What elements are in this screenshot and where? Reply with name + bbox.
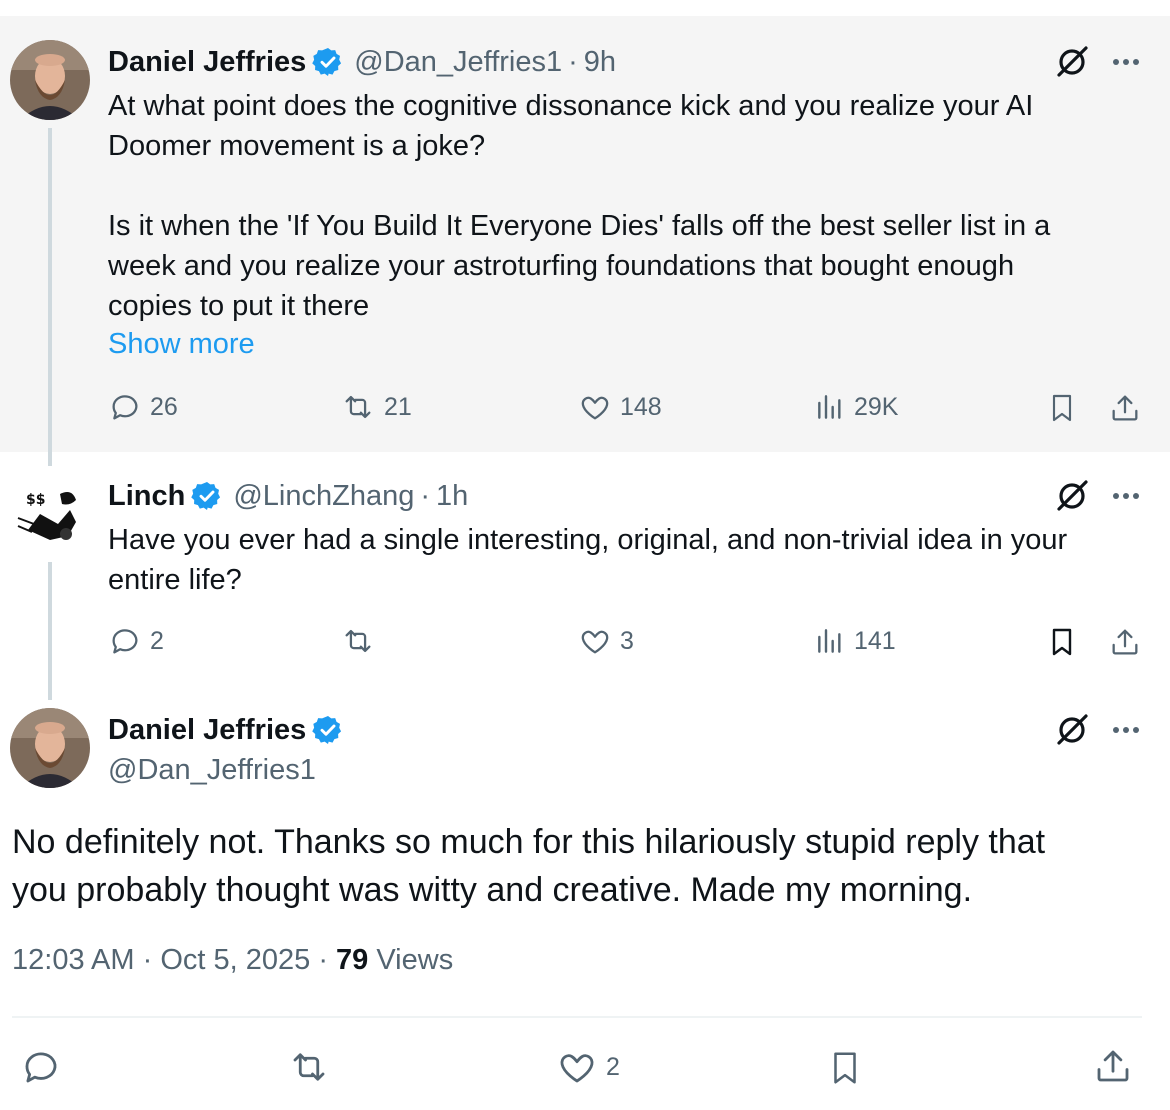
more-icon[interactable] — [1108, 44, 1144, 80]
reply-icon — [112, 629, 138, 654]
tweet-text-line: No definitely not. Thanks so much for th… — [12, 823, 1046, 861]
views-label: Views — [376, 944, 454, 976]
repost-icon — [345, 629, 371, 653]
bookmark-icon — [1052, 394, 1072, 422]
separator-dot: · — [420, 479, 431, 512]
author-handle[interactable]: @Dan_Jeffries1 — [354, 46, 562, 79]
grok-icon[interactable] — [1054, 44, 1090, 80]
author-name[interactable]: Daniel Jeffries — [108, 714, 306, 747]
bookmark-icon — [834, 1052, 856, 1084]
views-count: 141 — [854, 626, 896, 655]
like-button[interactable]: 3 — [578, 624, 634, 658]
reply-count: 26 — [150, 392, 178, 421]
views-count: 29K — [854, 392, 899, 421]
avatar-daniel-jeffries[interactable] — [10, 708, 90, 788]
tweet-text-line: you probably thought was witty and creat… — [12, 871, 973, 909]
bookmark-button[interactable] — [826, 1046, 864, 1090]
repost-button[interactable] — [340, 624, 376, 658]
author-handle[interactable]: @Dan_Jeffries1 — [108, 754, 316, 787]
reply-icon — [112, 395, 138, 420]
reply-button[interactable] — [20, 1046, 62, 1088]
repost-button[interactable] — [286, 1046, 332, 1088]
grok-icon[interactable] — [1054, 712, 1090, 748]
tweet-text-line: Have you ever had a single interesting, … — [108, 524, 1068, 556]
show-more-link[interactable]: Show more — [108, 328, 255, 361]
share-icon — [1112, 395, 1138, 421]
verified-badge-icon — [191, 480, 223, 512]
tweet-time[interactable]: 9h — [584, 46, 616, 79]
bookmark-button[interactable] — [1046, 390, 1078, 426]
separator-dot: · — [568, 45, 578, 78]
svg-text:$$: $$ — [26, 492, 45, 508]
bookmark-icon — [1052, 628, 1072, 656]
reply-button[interactable]: 2 — [108, 624, 164, 658]
tweet-date[interactable]: Oct 5, 2025 — [160, 944, 310, 976]
avatar-linch[interactable]: $$ — [10, 474, 90, 554]
divider — [12, 1016, 1142, 1018]
avatar-daniel-jeffries[interactable] — [10, 40, 90, 120]
share-icon — [1097, 1050, 1129, 1082]
reply-count: 2 — [150, 626, 164, 655]
like-icon — [581, 396, 609, 420]
separator-dot: · — [318, 944, 337, 976]
views-count: 79 — [336, 944, 369, 976]
tweet-text-line: At what point does the cognitive dissona… — [108, 90, 1034, 122]
tweet-text-line: week and you realize your astroturfing f… — [108, 250, 1015, 282]
reply-button[interactable]: 26 — [108, 390, 178, 424]
like-icon — [560, 1054, 594, 1083]
views-icon — [818, 395, 841, 419]
like-count: 148 — [620, 392, 662, 421]
tweet-text-line: Doomer movement is a joke? — [108, 130, 486, 162]
tweet-timestamp[interactable]: 12:03 AM — [12, 944, 135, 976]
more-icon[interactable] — [1108, 712, 1144, 748]
thread-connector-line — [48, 562, 52, 700]
separator-dot: · — [142, 944, 161, 976]
repost-button[interactable]: 21 — [340, 390, 412, 424]
repost-count: 21 — [384, 392, 412, 421]
share-button[interactable] — [1108, 390, 1142, 426]
share-button[interactable] — [1108, 624, 1142, 660]
like-count: 3 — [620, 626, 634, 655]
tweet-text-line: copies to put it there — [108, 290, 370, 322]
tweet-text-line: entire life? — [108, 564, 242, 596]
views-icon — [818, 629, 841, 653]
tweet2-text: Have you ever had a single interesting, … — [108, 520, 1148, 600]
thread-connector-line — [48, 128, 52, 466]
bookmark-button[interactable] — [1046, 624, 1078, 660]
main-tweet-text: No definitely not. Thanks so much for th… — [12, 818, 1112, 914]
views-button[interactable]: 141 — [814, 624, 896, 658]
tweet-meta: 12:03 AM · Oct 5, 2025 · 79 Views — [12, 944, 453, 977]
tweet-time[interactable]: 1h — [436, 480, 468, 513]
tweet2-header: Linch @LinchZhang · 1h — [108, 476, 468, 516]
verified-badge-icon — [312, 714, 344, 746]
author-name[interactable]: Daniel Jeffries — [108, 46, 306, 79]
reply-icon — [25, 1052, 57, 1083]
share-icon — [1112, 629, 1138, 655]
main-tweet-handle-row: @Dan_Jeffries1 — [108, 750, 316, 790]
repost-icon — [293, 1053, 325, 1081]
like-count: 2 — [606, 1052, 620, 1081]
views-button[interactable]: 29K — [814, 390, 898, 424]
share-button[interactable] — [1092, 1044, 1134, 1088]
author-handle[interactable]: @LinchZhang — [233, 480, 414, 513]
like-button[interactable]: 2 — [556, 1046, 620, 1088]
author-name[interactable]: Linch — [108, 480, 185, 513]
verified-badge-icon — [312, 46, 344, 78]
grok-icon[interactable] — [1054, 478, 1090, 514]
like-button[interactable]: 148 — [578, 390, 662, 424]
repost-icon — [345, 395, 371, 419]
more-icon[interactable] — [1108, 478, 1144, 514]
tweet1-text: At what point does the cognitive dissona… — [108, 86, 1148, 326]
tweet-text-line: Is it when the 'If You Build It Everyone… — [108, 210, 1051, 242]
like-icon — [581, 630, 609, 654]
tweet1-header: Daniel Jeffries @Dan_Jeffries1 · 9h — [108, 42, 616, 82]
main-tweet-header: Daniel Jeffries — [108, 710, 344, 750]
